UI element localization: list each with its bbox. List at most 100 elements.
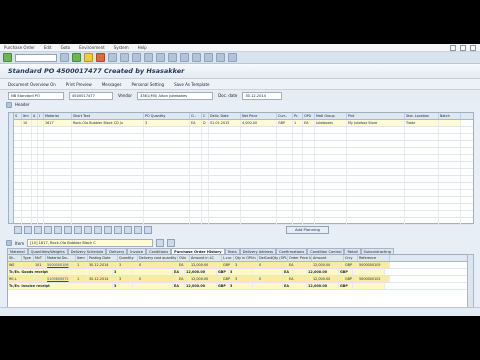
table-cell[interactable] xyxy=(14,183,22,189)
save-icon[interactable] xyxy=(60,53,69,62)
minimize-icon[interactable] xyxy=(450,44,456,51)
table-cell[interactable]: Rock-Ola Bubbler Black CD Ju xyxy=(72,120,144,126)
table-cell[interactable] xyxy=(347,162,405,168)
item-col-header-15[interactable]: Plnt xyxy=(347,113,405,119)
item-col-header-17[interactable]: Batch xyxy=(439,113,461,119)
table-cell[interactable] xyxy=(347,141,405,147)
menu-item-0[interactable]: Purchase Order xyxy=(4,45,35,50)
table-cell[interactable] xyxy=(277,211,293,217)
history-cell[interactable]: 12,000.00 xyxy=(312,262,344,268)
table-cell[interactable] xyxy=(14,218,22,224)
table-cell[interactable] xyxy=(209,162,241,168)
table-cell[interactable] xyxy=(293,148,303,154)
table-cell[interactable] xyxy=(209,218,241,224)
table-cell[interactable] xyxy=(405,211,439,217)
table-cell[interactable] xyxy=(22,218,32,224)
table-cell[interactable] xyxy=(209,127,241,133)
table-cell[interactable] xyxy=(22,127,32,133)
table-cell[interactable] xyxy=(72,148,144,154)
table-cell[interactable] xyxy=(293,155,303,161)
table-cell[interactable] xyxy=(439,197,461,203)
table-cell[interactable] xyxy=(202,176,209,182)
table-cell[interactable] xyxy=(241,197,277,203)
history-cell[interactable]: 5000000102 xyxy=(358,276,390,282)
empty-table-row[interactable] xyxy=(14,141,473,148)
history-row[interactable]: RE-L 5105600072 1 30.12.2014 3 0 EA 12,000.00 GB… xyxy=(8,276,468,283)
table-cell[interactable] xyxy=(405,155,439,161)
vertical-scrollbar[interactable] xyxy=(467,254,474,308)
table-cell[interactable] xyxy=(303,127,315,133)
table-cell[interactable]: 4,000.00 xyxy=(241,120,277,126)
po-number-field[interactable]: 4500017477 xyxy=(69,91,113,100)
filter-icon[interactable] xyxy=(94,226,102,234)
history-col-header-16[interactable]: Reference xyxy=(358,255,390,261)
history-cell[interactable]: EA xyxy=(173,283,185,289)
history-cell[interactable]: 1 xyxy=(76,276,88,282)
history-cell[interactable]: Tr./Ev. Invoice receipt xyxy=(8,283,113,289)
history-cell[interactable] xyxy=(253,269,283,275)
table-cell[interactable] xyxy=(44,211,72,217)
item-col-header-6[interactable]: PO Quantity xyxy=(144,113,190,119)
history-col-header-2[interactable]: MvT xyxy=(34,255,46,261)
table-cell[interactable] xyxy=(241,169,277,175)
table-cell[interactable] xyxy=(439,183,461,189)
table-cell[interactable] xyxy=(202,127,209,133)
find-next-icon[interactable] xyxy=(132,53,141,62)
table-cell[interactable] xyxy=(293,162,303,168)
history-cell[interactable] xyxy=(34,276,46,282)
table-cell[interactable] xyxy=(439,190,461,196)
first-page-icon[interactable] xyxy=(144,53,153,62)
app-toolbar-button-1[interactable]: Print Preview xyxy=(66,82,92,87)
table-cell[interactable] xyxy=(439,155,461,161)
app-toolbar-button-3[interactable]: Personal Setting xyxy=(131,82,164,87)
table-cell[interactable] xyxy=(293,141,303,147)
history-cell[interactable]: 3 xyxy=(229,283,253,289)
table-cell[interactable] xyxy=(277,176,293,182)
table-cell[interactable] xyxy=(209,204,241,210)
history-col-header-9[interactable]: Amount in LC xyxy=(190,255,222,261)
history-cell[interactable] xyxy=(353,269,385,275)
table-cell[interactable] xyxy=(22,197,32,203)
table-cell[interactable] xyxy=(144,162,190,168)
table-cell[interactable] xyxy=(190,211,202,217)
history-cell[interactable]: GBP xyxy=(222,276,234,282)
table-cell[interactable] xyxy=(303,169,315,175)
table-cell[interactable] xyxy=(72,141,144,147)
table-cell[interactable] xyxy=(303,162,315,168)
table-cell[interactable] xyxy=(315,155,347,161)
change-icon[interactable] xyxy=(124,226,132,234)
table-cell[interactable] xyxy=(72,197,144,203)
back-icon[interactable] xyxy=(72,53,81,62)
table-cell[interactable] xyxy=(303,218,315,224)
history-cell[interactable]: GBP xyxy=(339,283,353,289)
table-cell[interactable] xyxy=(209,197,241,203)
table-cell[interactable] xyxy=(241,162,277,168)
table-cell[interactable] xyxy=(209,183,241,189)
history-col-header-11[interactable]: Qty in OPUn xyxy=(234,255,258,261)
table-cell[interactable] xyxy=(405,162,439,168)
empty-table-row[interactable] xyxy=(14,127,473,134)
table-cell[interactable] xyxy=(14,176,22,182)
history-cell[interactable]: EA xyxy=(178,276,190,282)
table-cell[interactable] xyxy=(190,127,202,133)
table-cell[interactable] xyxy=(241,155,277,161)
table-cell[interactable] xyxy=(44,190,72,196)
history-cell[interactable]: Tr./Ev. Goods receipt xyxy=(8,269,113,275)
table-cell[interactable] xyxy=(14,134,22,140)
table-cell[interactable] xyxy=(303,211,315,217)
table-cell[interactable] xyxy=(14,197,22,203)
table-cell[interactable] xyxy=(347,134,405,140)
table-cell[interactable] xyxy=(209,134,241,140)
table-cell[interactable] xyxy=(14,120,22,126)
table-cell[interactable] xyxy=(293,176,303,182)
history-cell[interactable]: EA xyxy=(283,269,307,275)
table-cell[interactable] xyxy=(190,197,202,203)
history-col-header-12[interactable]: DelCostQty (OPUn) xyxy=(258,255,288,261)
history-col-header-3[interactable]: Material Do.. xyxy=(46,255,76,261)
table-cell[interactable] xyxy=(190,162,202,168)
table-cell[interactable] xyxy=(190,204,202,210)
table-cell[interactable] xyxy=(144,183,190,189)
table-cell[interactable] xyxy=(293,190,303,196)
history-cell[interactable]: 3 xyxy=(118,276,138,282)
history-cell[interactable]: 1 xyxy=(76,262,88,268)
